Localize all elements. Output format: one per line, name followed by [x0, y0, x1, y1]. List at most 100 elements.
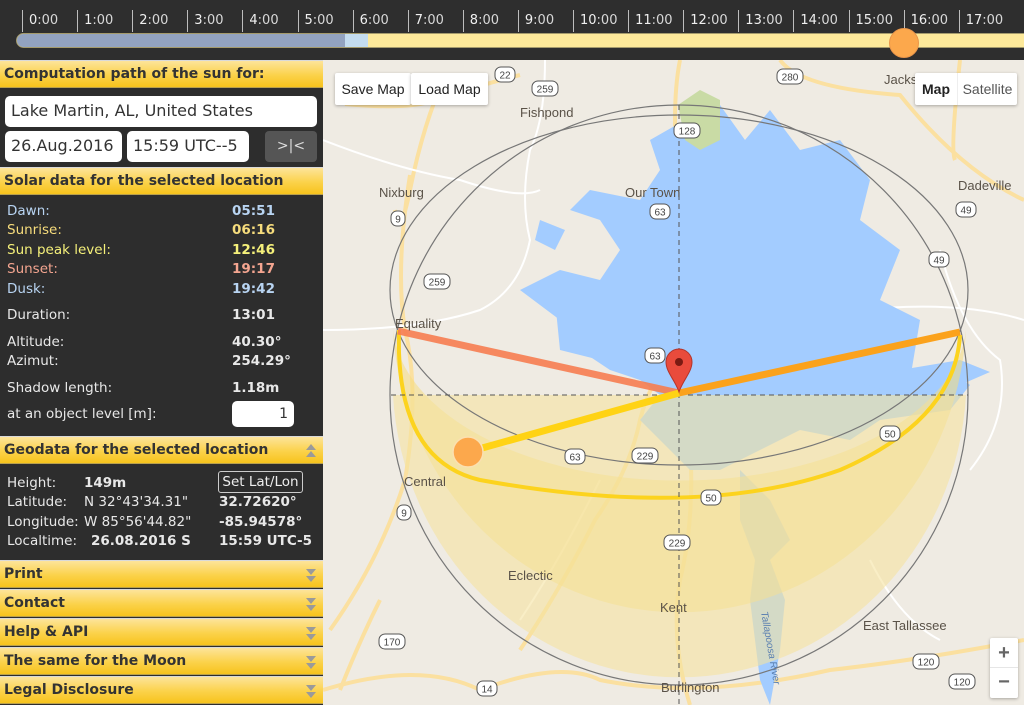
height-value: 149m	[84, 475, 127, 491]
peak-label: Sun peak level:	[7, 242, 111, 258]
zoom-out-button[interactable]: −	[990, 668, 1018, 698]
map-canvas[interactable]: Fishpond Nixburg Our Town Jacks Dadevill…	[323, 60, 1024, 705]
latitude-dms: N 32°43'34.31"	[84, 494, 189, 510]
azimut-row: Azimut: 254.29°	[7, 352, 323, 370]
duration-value: 13:01	[232, 307, 275, 323]
shadow-label: Shadow length:	[7, 380, 113, 396]
load-map-button[interactable]: Load Map	[411, 73, 488, 105]
section-the-same-for-the-moon[interactable]: The same for the Moon	[0, 647, 323, 675]
section-label: Contact	[4, 595, 65, 611]
height-label: Height:	[7, 475, 57, 491]
svg-text:49: 49	[960, 206, 972, 217]
save-map-button[interactable]: Save Map	[335, 73, 411, 105]
longitude-dms: W 85°56'44.82"	[84, 514, 192, 530]
section-legal-disclosure[interactable]: Legal Disclosure	[0, 676, 323, 704]
map-type-control: Map Satellite	[915, 73, 1017, 105]
collapse-up-icon[interactable]	[305, 443, 317, 459]
timeline-tick: 12:00	[683, 10, 728, 32]
svg-text:14: 14	[481, 685, 493, 696]
svg-text:22: 22	[499, 71, 511, 82]
duration-row: Duration: 13:01	[7, 306, 323, 324]
timeline-tick: 3:00	[187, 10, 224, 32]
zoom-control: + −	[990, 638, 1018, 698]
longitude-decimal: -85.94578°	[219, 514, 303, 530]
place-our-town: Our Town	[625, 185, 680, 200]
svg-text:229: 229	[669, 539, 686, 550]
timeline-tick: 0:00	[22, 10, 58, 32]
timeline[interactable]: 0:00 1:00 2:00 3:00 4:00 5:00 6:00 7:00 8:00 9:00…	[0, 0, 1024, 60]
longitude-label: Longitude:	[7, 514, 79, 530]
peak-value: 12:46	[232, 242, 275, 258]
set-latlon-button[interactable]: Set Lat/Lon	[218, 471, 303, 493]
svg-text:128: 128	[679, 127, 696, 138]
route-shield: 50	[879, 425, 901, 442]
timeline-tick: 15:00	[848, 10, 893, 32]
svg-text:120: 120	[918, 658, 935, 669]
section-contact[interactable]: Contact	[0, 589, 323, 617]
timeline-tick: 7:00	[407, 10, 444, 32]
svg-text:120: 120	[954, 678, 971, 689]
geo-header[interactable]: Geodata for the selected location	[0, 436, 323, 464]
sun-position-marker[interactable]	[452, 436, 484, 468]
sunrise-value: 06:16	[232, 222, 275, 238]
map[interactable]: Fishpond Nixburg Our Town Jacks Dadevill…	[323, 60, 1024, 705]
section-help-api[interactable]: Help & API	[0, 618, 323, 646]
place-east-tallassee: East Tallassee	[863, 618, 947, 633]
dawn-value: 05:51	[232, 203, 275, 219]
svg-text:259: 259	[537, 85, 554, 96]
timeline-tick: 5:00	[297, 10, 334, 32]
peak-row: Sun peak level: 12:46	[7, 241, 323, 259]
route-shield: 170	[378, 633, 406, 650]
local-time: 15:59 UTC-5	[219, 533, 313, 549]
svg-text:50: 50	[705, 494, 717, 505]
time-slider-handle[interactable]	[888, 28, 919, 58]
computation-header-label: Computation path of the sun for:	[4, 66, 265, 82]
svg-text:50: 50	[884, 430, 896, 441]
svg-text:9: 9	[395, 215, 401, 226]
localtime-label: Localtime:	[7, 533, 78, 549]
timeline-tick: 10:00	[573, 10, 617, 32]
dawn-row: Dawn: 05:51	[7, 202, 323, 220]
map-type-map-button[interactable]: Map	[915, 73, 957, 105]
timeline-tick: 8:00	[462, 10, 499, 32]
timeline-tick: 1:00	[77, 10, 113, 32]
time-input[interactable]: 15:59 UTC--5	[127, 131, 249, 162]
svg-text:63: 63	[569, 453, 581, 464]
altitude-label: Altitude:	[7, 334, 65, 350]
expand-down-icon	[306, 656, 316, 669]
sync-time-button[interactable]: >|<	[265, 131, 317, 162]
section-label: Help & API	[4, 624, 89, 640]
date-input[interactable]: 26.Aug.2016	[5, 131, 122, 162]
route-shield: 259	[531, 80, 559, 97]
sunset-value: 19:17	[232, 261, 275, 277]
sunset-label: Sunset:	[7, 261, 58, 277]
route-shield: 229	[663, 534, 691, 551]
timeline-track[interactable]	[16, 33, 1024, 48]
computation-header: Computation path of the sun for:	[0, 60, 323, 88]
solar-header[interactable]: Solar data for the selected location	[0, 167, 323, 195]
latitude-label: Latitude:	[7, 494, 68, 510]
local-date: 26.08.2016 S	[91, 533, 191, 549]
svg-text:259: 259	[429, 278, 446, 289]
expand-down-icon	[306, 569, 316, 582]
place-equality: Equality	[395, 316, 442, 331]
expand-down-icon	[306, 685, 316, 698]
map-type-satellite-button[interactable]: Satellite	[957, 73, 1017, 105]
location-input[interactable]: Lake Martin, AL, United States	[5, 96, 317, 127]
route-shield: 120	[948, 673, 976, 690]
place-dadeville: Dadeville	[958, 178, 1011, 193]
object-level-input[interactable]: 1	[232, 401, 294, 427]
place-nixburg: Nixburg	[379, 185, 424, 200]
route-shield: 63	[564, 448, 586, 465]
place-jackson: Jacks	[884, 72, 918, 87]
route-shield: 14	[476, 680, 498, 697]
timeline-tick: 17:00	[958, 10, 1003, 32]
route-shield: 63	[649, 203, 671, 220]
timeline-tick: 9:00	[517, 10, 554, 32]
height-row: Height: 149m	[7, 474, 126, 493]
svg-text:63: 63	[649, 352, 661, 363]
object-level-label: at an object level [m]:	[7, 406, 157, 422]
timeline-tick: 14:00	[793, 10, 838, 32]
section-print[interactable]: Print	[0, 560, 323, 588]
zoom-in-button[interactable]: +	[990, 638, 1018, 668]
